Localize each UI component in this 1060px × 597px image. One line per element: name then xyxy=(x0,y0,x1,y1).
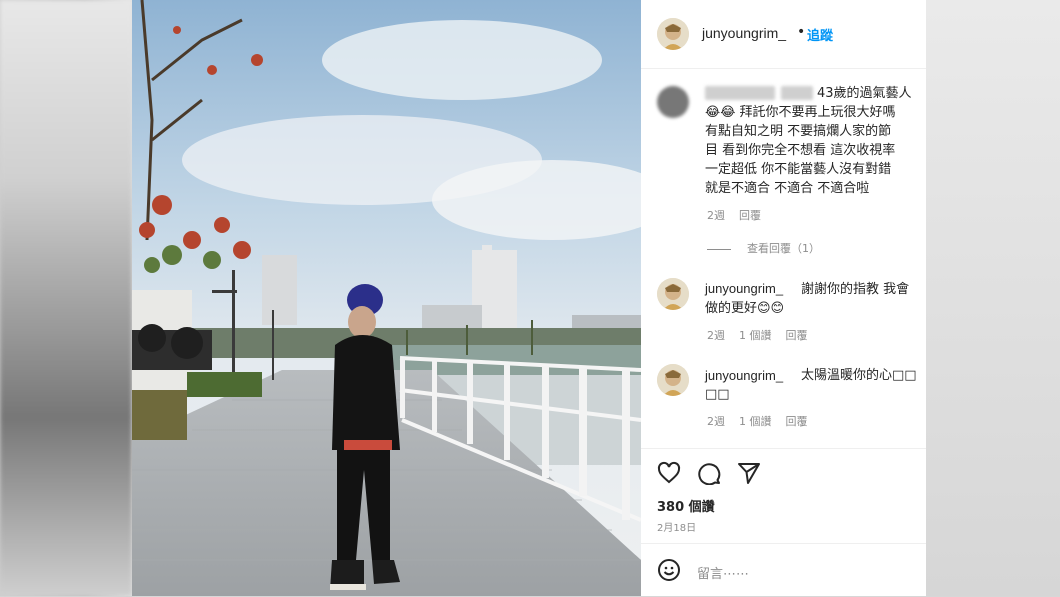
comment-text: □□ xyxy=(705,387,730,402)
follow-button[interactable]: 追蹤 xyxy=(807,25,833,44)
reply-button[interactable]: 回覆 xyxy=(739,209,761,222)
post-date: 2月18日 xyxy=(657,523,697,534)
comment-text: 一定超低 你不能當藝人沒有對錯 xyxy=(705,162,892,177)
comment-username[interactable]: junyoungrim_ xyxy=(705,281,783,296)
comment-text: 有點自知之明 不要搞爛人家的節 xyxy=(705,124,892,139)
comment-meta: 2週 1 個讚 回覆 xyxy=(707,413,822,429)
likes-count[interactable]: 380 個讚 xyxy=(657,496,715,515)
heart-icon[interactable] xyxy=(657,461,681,489)
comment-bar: 留言⋯⋯ xyxy=(641,543,926,597)
comment-text: 就是不適合 不適合 不適合啦 xyxy=(705,181,870,196)
comment-likes[interactable]: 1 個讚 xyxy=(739,415,772,428)
blurred-background-right xyxy=(926,0,1060,596)
divider-line xyxy=(707,248,731,250)
comment-time: 2週 xyxy=(707,329,725,342)
comment-text: 做的更好😊😊 xyxy=(705,301,785,316)
post-username[interactable]: junyoungrim_ xyxy=(702,25,786,41)
reply-button[interactable]: 回覆 xyxy=(786,329,808,342)
view-replies-button[interactable]: 查看回覆（1） xyxy=(707,240,820,256)
post-photo xyxy=(132,0,641,596)
comment-time: 2週 xyxy=(707,209,725,222)
comment-likes[interactable]: 1 個讚 xyxy=(739,329,772,342)
username-blurred xyxy=(781,86,813,100)
avatar[interactable] xyxy=(657,18,689,50)
view-replies-label: 查看回覆（1） xyxy=(747,242,820,255)
reply-button[interactable]: 回覆 xyxy=(786,415,808,428)
paper-plane-icon[interactable] xyxy=(737,461,761,489)
post-side-panel: junyoungrim_ • 追蹤 43歲的過氣藝人 😂😂 拜託你不要再上玩很大… xyxy=(641,0,926,596)
separator-dot: • xyxy=(797,24,806,40)
comment-text: 謝謝你的指教 我會 xyxy=(801,282,910,297)
post-actions: 380 個讚 2月18日 xyxy=(641,448,926,549)
comment-bubble-icon[interactable] xyxy=(697,461,721,489)
avatar-blurred xyxy=(657,86,689,118)
comment-text: 😂😂 拜託你不要再上玩很大好嗎 xyxy=(705,105,896,120)
emoji-icon[interactable] xyxy=(657,558,681,586)
comment-meta: 2週 回覆 xyxy=(707,207,775,223)
comment-text: 目 看到你完全不想看 這次收視率 xyxy=(705,143,896,158)
comment-username[interactable]: junyoungrim_ xyxy=(705,368,783,383)
avatar[interactable] xyxy=(657,364,689,396)
comment-input[interactable]: 留言⋯⋯ xyxy=(697,563,749,582)
post-header: junyoungrim_ • 追蹤 xyxy=(641,0,926,69)
username-blurred xyxy=(705,86,775,100)
blurred-background-left xyxy=(0,0,132,596)
comment-meta: 2週 1 個讚 回覆 xyxy=(707,327,822,343)
comment-text: 43歲的過氣藝人 xyxy=(817,86,912,101)
avatar[interactable] xyxy=(657,278,689,310)
comment-time: 2週 xyxy=(707,415,725,428)
comment-text: 太陽溫暖你的心□□ xyxy=(801,368,917,383)
